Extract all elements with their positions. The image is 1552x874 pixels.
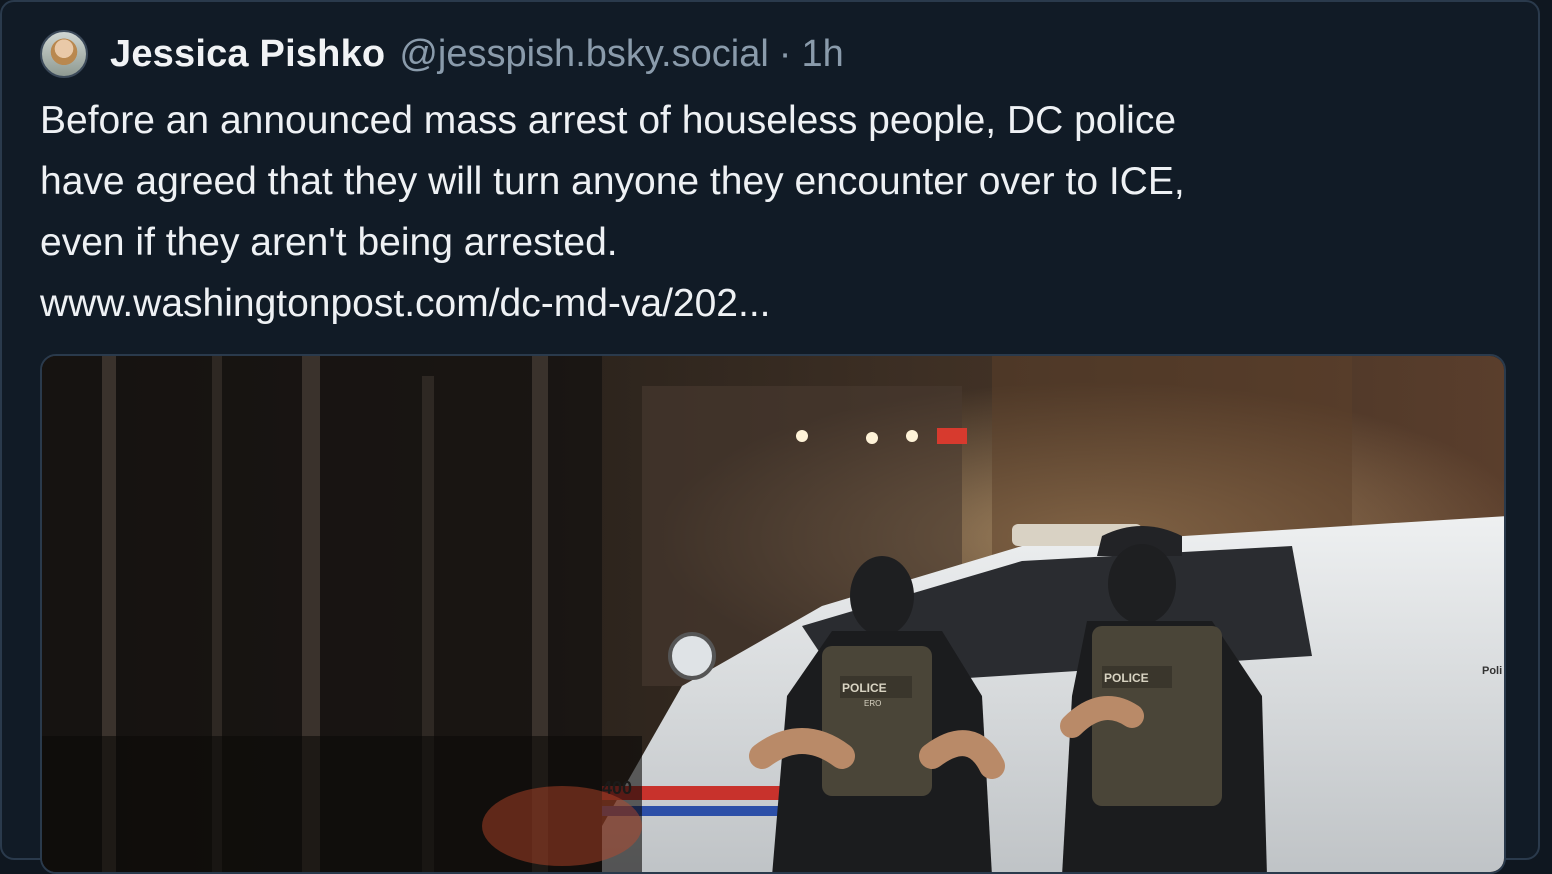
post-timestamp[interactable]: 1h [801, 33, 843, 76]
post-text-line: Before an announced mass arrest of house… [40, 99, 1177, 142]
vest-label-sub: ERO [864, 699, 881, 708]
post-text-line: even if they aren't being arrested. [40, 221, 618, 264]
post-header: Jessica Pishko @jesspish.bsky.social · 1… [40, 28, 844, 80]
embedded-photo[interactable]: 400 Poli POLICE ERO POLICE [40, 354, 1506, 874]
author-handle[interactable]: @jesspish.bsky.social [399, 33, 768, 76]
post-text: Before an announced mass arrest of house… [40, 90, 1500, 334]
avatar[interactable] [40, 30, 88, 78]
author-display-name[interactable]: Jessica Pishko [110, 33, 385, 76]
post-link[interactable]: www.washingtonpost.com/dc-md-va/202... [40, 273, 1500, 334]
photo-illustration: 400 Poli POLICE ERO POLICE [42, 356, 1504, 872]
vest-label: POLICE [1104, 671, 1149, 685]
separator-dot: · [778, 32, 792, 75]
car-side-text: Poli [1482, 665, 1502, 677]
post-text-line: have agreed that they will turn anyone t… [40, 160, 1185, 203]
vest-label: POLICE [842, 681, 887, 695]
post-card[interactable]: Jessica Pishko @jesspish.bsky.social · 1… [0, 0, 1540, 874]
